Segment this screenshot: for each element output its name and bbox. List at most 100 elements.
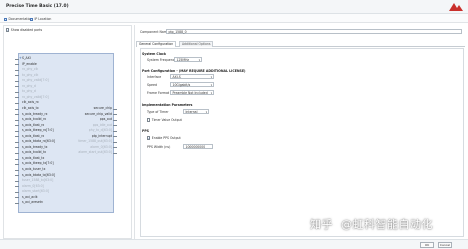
pps-width-input[interactable]: 1000000000: [183, 144, 213, 149]
pps-heading: PPS: [142, 129, 149, 133]
tab-ip-location[interactable]: IP Location: [30, 16, 51, 22]
system-clock-heading: System Clock: [142, 52, 167, 56]
document-icon: [4, 17, 7, 21]
left-port-label: s_axis_tready_tx: [22, 144, 48, 149]
left-port-label: s_axis_tlast_rx: [22, 133, 45, 138]
left-port-label: rx_phy_d: [22, 83, 36, 88]
right-port-label: alarm_0[63:0]: [90, 144, 112, 149]
frame-format-select[interactable]: Preamble Not Included ▾: [170, 90, 214, 95]
port-stub: [15, 169, 19, 171]
vendor-logo-icon: [449, 3, 463, 11]
cancel-button[interactable]: Cancel: [438, 241, 452, 248]
frame-format-label: Frame Format: [147, 91, 170, 95]
port-stub: [15, 152, 19, 154]
left-port-label: rx_phy_valid[7:0]: [22, 78, 49, 83]
type-of-timer-select[interactable]: Internal ▾: [183, 109, 209, 114]
left-port-label: alarm_0[63:0]: [22, 183, 44, 188]
chevron-down-icon: ▾: [210, 75, 212, 79]
left-port-label: S_AXI: [22, 56, 31, 60]
port-stub: [15, 75, 19, 77]
chevron-down-icon: ▾: [210, 91, 212, 95]
left-port-label: tuser_1588_tx[63:0]: [22, 178, 54, 183]
implementation-heading: Implementation Parameters: [142, 103, 193, 107]
window-title: Precise Time Basic (17.0): [6, 4, 69, 9]
title-bar: Precise Time Basic (17.0): [0, 0, 468, 14]
right-port-label: phy_tx_d[63:0]: [88, 128, 112, 133]
config-tab-bar: General Configuration Additional Options: [136, 40, 465, 47]
panel-divider[interactable]: [134, 25, 135, 239]
tab-documentation[interactable]: Documentation: [4, 16, 32, 22]
left-port-label: clk_axis_rx: [22, 100, 39, 105]
watermark-text-right: @虹科智能自动化: [341, 218, 433, 231]
show-disabled-ports-checkbox[interactable]: ✓ Show disabled ports: [6, 28, 42, 32]
chevron-down-icon: ▾: [210, 83, 212, 87]
component-name-label: Component Name: [140, 30, 169, 34]
port-stub: [15, 119, 19, 121]
checkbox-box: ✓: [6, 28, 10, 33]
left-port-label: s_axis_tuser_tx: [22, 167, 46, 171]
right-port-label: ptp_interrupt: [91, 133, 112, 138]
port-stub: [15, 197, 19, 199]
folder-icon: [30, 17, 33, 21]
pps-width-label: PPS Width (ns): [147, 145, 171, 149]
left-port-label: s_axis_tkeep_tx[7:0]: [22, 161, 54, 166]
left-port-label: s_axis_tdata_rx[63:0]: [22, 139, 56, 144]
port-stub: [15, 91, 19, 93]
port-stub: [15, 141, 19, 143]
left-port-label: clk_axis_tx: [22, 105, 39, 110]
left-port-label: tx_phy_d: [22, 89, 36, 94]
left-port-label: s_axis_tvalid_rx: [22, 117, 47, 122]
type-of-timer-value: Internal: [185, 110, 198, 114]
port-stub: [15, 97, 19, 99]
left-port-label: s_axis_tlast_rx: [22, 122, 45, 127]
speed-select[interactable]: 10Gigabit/s ▾: [170, 82, 214, 87]
port-stub: [113, 125, 117, 127]
left-port-label: rx_phy_valid[7:0]: [22, 94, 49, 99]
left-port-label: s_axi_aclk: [22, 194, 38, 199]
port-stub: [15, 103, 19, 104]
speed-label: Speed: [147, 83, 157, 87]
right-port-label: secure_chip: [93, 106, 112, 110]
port-stub: [15, 130, 19, 132]
tab-general-configuration[interactable]: General Configuration: [136, 41, 177, 47]
port-stub: [15, 108, 19, 110]
watermark: 知乎 @虹科智能自动化: [310, 216, 433, 232]
port-stub: [113, 147, 117, 149]
port-stub: [15, 125, 19, 126]
tab-documentation-label: Documentation: [8, 17, 33, 21]
dialog-footer: OK Cancel: [0, 239, 468, 249]
port-stub: [15, 186, 19, 188]
left-port-label: s_axis_tkeep_rx[7:0]: [22, 128, 54, 133]
right-port-label: pps_idle_out: [92, 122, 112, 127]
port-stub: [15, 164, 19, 165]
system-frequency-label: System Frequency: [147, 58, 177, 62]
interface-value: AXI-S: [172, 75, 181, 79]
port-stub: [15, 175, 19, 176]
enable-pps-output-checkbox[interactable]: ✓ Enable PPS Output: [147, 136, 181, 140]
port-stub: [113, 141, 117, 143]
port-stub: [15, 86, 19, 88]
left-port-label: rx_phy_clk: [22, 67, 39, 72]
left-port-label: s_axis_tready_rx: [22, 111, 48, 116]
watermark-text-left: 知乎: [310, 218, 333, 231]
port-stub: [113, 130, 117, 132]
port-stub: [113, 119, 117, 121]
component-name-input[interactable]: ptp_1588_0: [166, 29, 462, 34]
chevron-down-icon: ▾: [198, 58, 200, 62]
timer-value-output-checkbox[interactable]: Timer Value Output: [147, 118, 182, 122]
left-port-label: IP_enable: [22, 61, 37, 66]
chevron-down-icon: ▾: [205, 110, 207, 114]
checkbox-box: [147, 118, 151, 122]
system-frequency-select[interactable]: 125MHz ▾: [174, 57, 202, 62]
port-stub: [15, 202, 19, 204]
left-port-label: s_axis_tlast_tx: [22, 155, 45, 160]
tab-additional-options[interactable]: Additional Options: [179, 41, 214, 47]
port-stub: [15, 158, 19, 160]
system-frequency-value: 125MHz: [176, 58, 190, 62]
ok-button[interactable]: OK: [420, 241, 434, 248]
left-port-label: s_axi_aresetn: [22, 200, 43, 205]
interface-select[interactable]: AXI-S ▾: [170, 74, 214, 79]
timer-value-output-label: Timer Value Output: [151, 118, 182, 122]
interface-label: Interface: [147, 75, 162, 79]
port-stub: [113, 114, 117, 115]
